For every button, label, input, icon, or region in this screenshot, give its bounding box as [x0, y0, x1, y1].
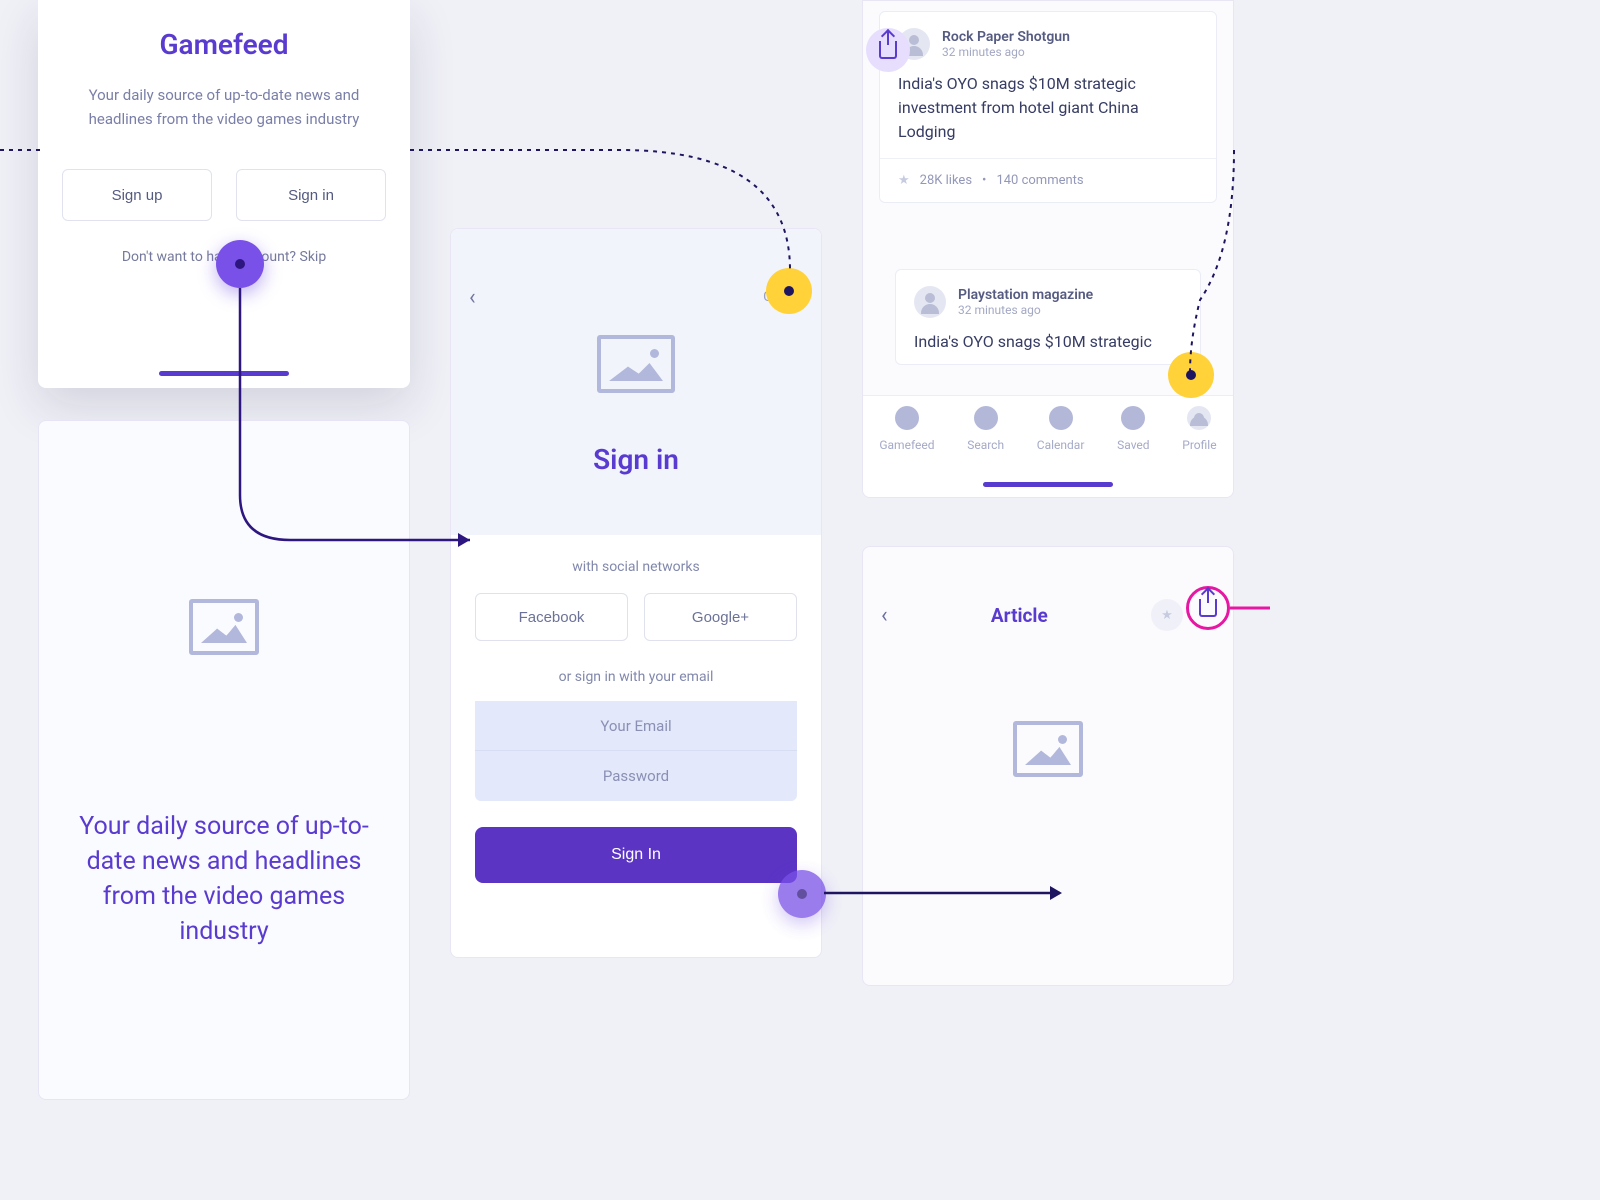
feed-time: 32 minutes ago [958, 303, 1093, 317]
tab-saved[interactable]: Saved [1117, 406, 1149, 452]
share-icon [1199, 599, 1217, 617]
back-icon[interactable]: ‹ [881, 603, 888, 628]
feed-headline: India's OYO snags $10M strategic [914, 330, 1182, 354]
feed-source: Playstation magazine [958, 287, 1093, 303]
flow-share-badge-icon [866, 28, 910, 72]
tab-label: Gamefeed [879, 438, 934, 452]
article-screen: ‹ Article ★ [862, 546, 1234, 986]
social-prompt: with social networks [475, 559, 797, 575]
signin-screen: ‹ Cover Sign in with social networks Fac… [450, 228, 822, 958]
image-placeholder-icon [189, 599, 259, 655]
email-prompt: or sign in with your email [475, 669, 797, 685]
tab-label: Calendar [1037, 438, 1085, 452]
tab-label: Saved [1117, 438, 1149, 452]
home-indicator [983, 482, 1113, 487]
tab-profile[interactable]: Profile [1182, 406, 1216, 452]
tab-search[interactable]: Search [967, 406, 1004, 452]
tab-icon [895, 406, 919, 430]
comments-count: 140 comments [996, 173, 1083, 188]
google-button[interactable]: Google+ [644, 593, 797, 641]
feed-time: 32 minutes ago [942, 45, 1070, 59]
email-field[interactable]: Your Email [475, 701, 797, 751]
onboarding-tagline: Your daily source of up-to-date news and… [69, 809, 379, 949]
tab-calendar[interactable]: Calendar [1037, 406, 1085, 452]
facebook-button[interactable]: Facebook [475, 593, 628, 641]
feed-screen: Rock Paper Shotgun 32 minutes ago India'… [862, 0, 1234, 498]
favorite-button[interactable]: ★ [1151, 599, 1183, 631]
flow-marker-icon [766, 268, 812, 314]
flow-marker-icon [216, 240, 264, 288]
image-placeholder-icon [1013, 721, 1083, 777]
avatar-icon [914, 286, 946, 318]
feed-card[interactable]: Rock Paper Shotgun 32 minutes ago India'… [879, 11, 1217, 203]
flow-marker-icon [778, 870, 826, 918]
tab-label: Profile [1182, 438, 1216, 452]
feed-card[interactable]: Playstation magazine 32 minutes ago Indi… [895, 269, 1201, 365]
signin-title: Sign in [451, 443, 821, 476]
profile-icon [1187, 406, 1211, 430]
app-description: Your daily source of up-to-date news and… [80, 83, 368, 131]
sign-in-button[interactable]: Sign in [236, 169, 386, 221]
signin-submit-button[interactable]: Sign In [475, 827, 797, 883]
tab-label: Search [967, 438, 1004, 452]
flow-marker-icon [1168, 352, 1214, 398]
tab-icon [1049, 406, 1073, 430]
feed-engagement: ★ 28K likes • 140 comments [880, 158, 1216, 202]
home-indicator [159, 371, 289, 376]
article-title: Article [991, 604, 1048, 627]
image-placeholder-icon [597, 335, 675, 393]
back-icon[interactable]: ‹ [469, 285, 476, 310]
share-icon [879, 41, 897, 59]
tab-bar: Gamefeed Search Calendar Saved Profile [863, 395, 1233, 497]
star-icon: ★ [898, 173, 910, 188]
share-callout-icon [1186, 586, 1230, 630]
feed-source: Rock Paper Shotgun [942, 29, 1070, 45]
app-title: Gamefeed [62, 28, 386, 61]
password-field[interactable]: Password [475, 751, 797, 801]
tab-gamefeed[interactable]: Gamefeed [879, 406, 934, 452]
feed-headline: India's OYO snags $10M strategic investm… [898, 72, 1198, 144]
welcome-screen: Gamefeed Your daily source of up-to-date… [38, 0, 410, 388]
likes-count: 28K likes [920, 173, 972, 188]
tab-icon [1121, 406, 1145, 430]
onboarding-screen: Your daily source of up-to-date news and… [38, 420, 410, 1100]
tab-icon [974, 406, 998, 430]
sign-up-button[interactable]: Sign up [62, 169, 212, 221]
